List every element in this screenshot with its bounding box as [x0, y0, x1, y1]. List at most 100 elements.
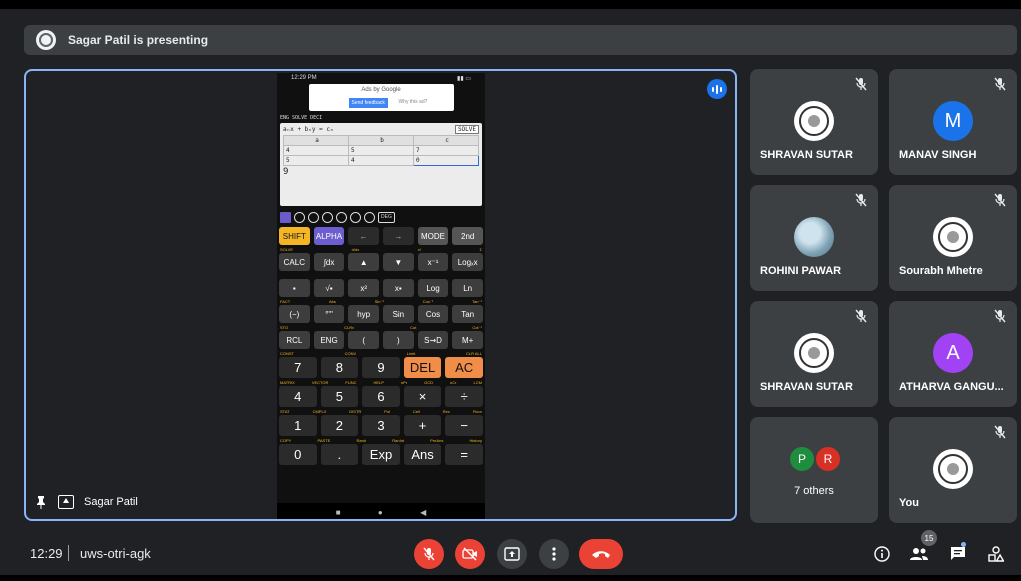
sublabel: CONV	[344, 350, 357, 356]
key-sublabels	[279, 271, 483, 279]
participant-name: Sourabh Mhetre	[899, 265, 983, 277]
participant-tile[interactable]: You	[889, 417, 1017, 523]
table-cell: 4	[283, 145, 349, 156]
key-open-paren: (	[348, 331, 380, 349]
table-row: 5 4 0	[283, 155, 479, 166]
menu-icon	[280, 212, 291, 223]
camera-toggle-button[interactable]	[455, 539, 485, 569]
divider	[68, 545, 69, 561]
minus-icon	[350, 212, 361, 223]
meeting-code: uws-otri-agk	[80, 546, 151, 561]
sublabel: PASTE	[317, 437, 331, 443]
camera-off-icon	[462, 547, 477, 561]
bottom-frame-edge	[0, 575, 1021, 581]
sigma-icon	[322, 212, 333, 223]
key-sd: S⇝D	[417, 331, 449, 349]
calc-icon-row: DEG	[277, 206, 485, 227]
participant-tile[interactable]: Sourabh Mhetre	[889, 185, 1017, 291]
leave-call-button[interactable]	[579, 539, 623, 569]
participant-name: ATHARVA GANGU...	[899, 381, 1004, 393]
key-rcl: RCL	[279, 331, 310, 349]
key-inverse: x⁻¹	[417, 253, 449, 271]
table-cell: 4	[348, 155, 414, 166]
key-square: x²	[348, 279, 380, 297]
col-header: b	[348, 135, 414, 146]
presenter-name: Sagar Patil	[84, 496, 138, 508]
participant-tile[interactable]: M MANAV SINGH	[889, 69, 1017, 175]
key-sublabels: STO CLRv Cot Cot⁻¹	[279, 323, 483, 331]
pin-icon[interactable]	[34, 495, 48, 509]
key-left: ←	[348, 227, 380, 245]
sublabel: CLR ALL	[465, 350, 482, 356]
top-frame-edge	[0, 0, 1021, 9]
presentation-stage[interactable]: 12:29 PM ▮▮ ▭ Ads by Google Send feedbac…	[24, 69, 737, 521]
participant-tile[interactable]: ROHINI PAWAR	[750, 185, 878, 291]
participant-tile[interactable]: SHRAVAN SUTAR	[750, 301, 878, 407]
key-1: 1	[279, 415, 317, 436]
institution-logo-avatar	[794, 333, 834, 373]
key-3: 3	[362, 415, 400, 436]
participant-tile[interactable]: SHRAVAN SUTAR	[750, 69, 878, 175]
mic-toggle-button[interactable]	[414, 539, 444, 569]
sublabel: FACT	[280, 298, 291, 304]
key-8: 8	[320, 357, 359, 378]
participant-tile[interactable]: A ATHARVA GANGU...	[889, 301, 1017, 407]
sublabel: CLRv	[344, 324, 355, 330]
sublabel: Ceil	[412, 408, 420, 414]
history-icon	[308, 212, 319, 223]
sublabel: Rec	[442, 408, 450, 414]
key-sublabels: COPY PASTE Ran# RanInt PreAns History	[279, 436, 483, 444]
key-sin: Sin	[383, 305, 414, 323]
key-2: 2	[320, 415, 359, 436]
presenting-text: Sagar Patil is presenting	[68, 33, 209, 47]
sublabel: x!	[417, 246, 421, 252]
sublabel: Tan⁻¹	[472, 298, 482, 304]
table-cell: 7	[413, 145, 479, 156]
sublabel: LCM	[473, 379, 482, 385]
sublabel: Abs	[329, 298, 336, 304]
more-options-button[interactable]	[539, 539, 569, 569]
mic-muted-icon	[855, 193, 867, 207]
key-5: 5	[320, 386, 359, 407]
ad-title: Ads by Google	[361, 87, 401, 93]
key-plus: +	[403, 415, 442, 436]
sublabel: COPY	[280, 437, 292, 443]
info-icon	[874, 546, 890, 562]
sublabel: PreAns	[430, 437, 444, 443]
letter-avatar: P	[790, 447, 814, 471]
sublabel: Sin⁻¹	[374, 298, 384, 304]
key-ln: Ln	[452, 279, 484, 297]
present-now-button[interactable]	[497, 539, 527, 569]
presenting-banner: Sagar Patil is presenting	[24, 25, 1017, 55]
sublabel: RanInt	[392, 437, 405, 443]
participant-name: ROHINI PAWAR	[760, 265, 842, 277]
key-up: ▲	[348, 253, 380, 271]
key-ans: Ans	[403, 444, 442, 465]
institution-logo-avatar	[794, 101, 834, 141]
sublabel: nCr	[450, 379, 457, 385]
meeting-details-button[interactable]	[871, 543, 893, 565]
mic-off-icon	[423, 547, 435, 561]
key-2nd: 2nd	[452, 227, 484, 245]
col-header: a	[283, 135, 349, 146]
input-value: 9	[283, 167, 289, 177]
chat-button[interactable]	[947, 543, 969, 565]
sublabel: FUNC	[345, 379, 357, 385]
more-icon	[552, 547, 556, 561]
sublabel: MATRIX	[280, 379, 295, 385]
activities-button[interactable]	[985, 543, 1007, 565]
phone-status-icons: ▮▮ ▭	[457, 76, 471, 82]
key-4: 4	[279, 386, 317, 407]
participant-tile[interactable]: PR 7 others	[750, 417, 878, 523]
plus-icon	[364, 212, 375, 223]
ad-banner: Ads by Google Send feedback Why this ad?	[308, 84, 454, 111]
people-button[interactable]	[908, 543, 930, 565]
shared-phone-screen: 12:29 PM ▮▮ ▭ Ads by Google Send feedbac…	[277, 73, 485, 519]
participant-name: You	[899, 497, 919, 509]
sublabel: Cot⁻¹	[472, 324, 482, 330]
key-del: DEL	[403, 357, 442, 378]
solve-tag: SOLVE	[454, 125, 479, 134]
chat-icon	[951, 547, 965, 560]
key-sublabels: SOLVE d/dx x! Σ	[279, 245, 483, 253]
key-eng: ENG	[313, 331, 345, 349]
